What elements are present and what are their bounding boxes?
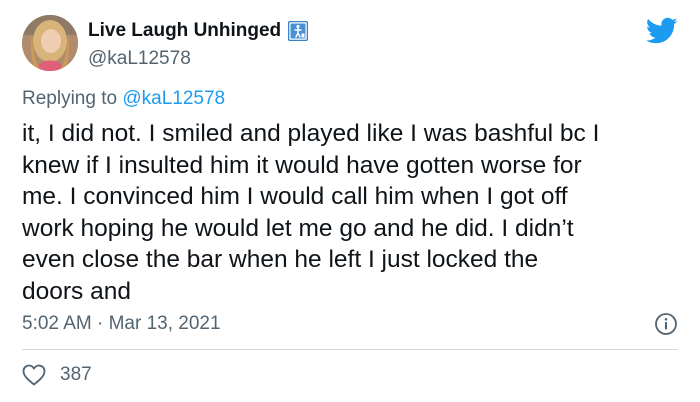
author-name-row: Live Laugh Unhinged xyxy=(88,20,309,42)
tweet-text-line: even close the bar when he left I just l… xyxy=(22,246,539,273)
heart-icon[interactable] xyxy=(22,364,46,386)
tweet-text-line: knew if I insulted him it would have got… xyxy=(22,151,582,179)
accessibility-figure-icon xyxy=(287,20,309,42)
tweet-timestamp[interactable]: 5:02 AM · Mar 13, 2021 xyxy=(22,313,221,335)
replying-to: Replying to @kaL12578 xyxy=(22,88,225,110)
info-icon[interactable] xyxy=(654,312,678,336)
author-handle[interactable]: @kaL12578 xyxy=(88,48,191,70)
tweet-text-line: work hoping he would let me go and he di… xyxy=(22,214,574,242)
tweet-text: it, I did not. I smiled and played like … xyxy=(22,118,682,307)
replying-to-label: Replying to xyxy=(22,88,123,109)
like-count: 387 xyxy=(60,364,92,385)
display-name[interactable]: Live Laugh Unhinged xyxy=(88,20,281,42)
avatar-photo xyxy=(22,15,78,71)
tweet-text-line: me. I convinced him I would call him whe… xyxy=(22,183,568,210)
avatar[interactable] xyxy=(22,15,78,71)
divider xyxy=(22,349,678,350)
tweet-text-line: it, I did not. I smiled and played like … xyxy=(22,120,600,147)
reply-mention-link[interactable]: @kaL12578 xyxy=(122,88,225,109)
tweet-text-line: doors and xyxy=(22,277,131,305)
like-action[interactable]: 387 xyxy=(22,364,92,386)
twitter-bird-icon[interactable] xyxy=(645,17,678,45)
